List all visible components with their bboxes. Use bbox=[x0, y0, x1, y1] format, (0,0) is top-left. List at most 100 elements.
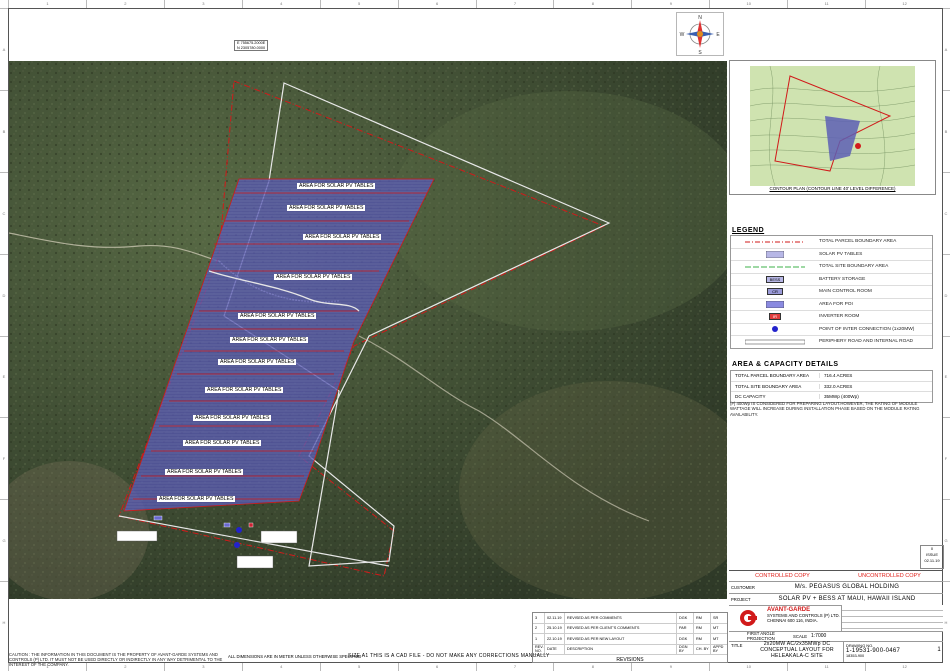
top-grid-ruler: 1 2 3 4 5 6 7 8 9 10 11 12 bbox=[8, 0, 943, 8]
rev-no: 3 bbox=[533, 613, 545, 623]
revisions-table: 3 02.11.19 REVISED AS PER COMMENTS DGK R… bbox=[532, 612, 728, 663]
rev-dgn: PAR bbox=[677, 623, 694, 633]
legend-label: INVERTER ROOM bbox=[819, 314, 860, 320]
legend: TOTAL PARCEL BOUNDARY AREA SOLAR PV TABL… bbox=[730, 235, 933, 349]
rev-no: 2 bbox=[533, 623, 545, 633]
legend-item: SOLAR PV TABLES bbox=[731, 249, 932, 261]
revisions-heading: REVISIONS bbox=[616, 656, 644, 663]
inset-caption: CONTOUR PLAN (CONTOUR LINE 40' LEVEL DIF… bbox=[769, 186, 896, 191]
legend-item: CR MAIN CONTROL ROOM bbox=[731, 286, 932, 299]
issue-box: 0 ISSUE 02.11.19 bbox=[920, 545, 944, 569]
area-label: AREA FOR SOLAR PV TABLES bbox=[238, 313, 317, 319]
area-label: AREA FOR SOLAR PV TABLES bbox=[297, 183, 376, 189]
company-row: AVANT-GARDE SYSTEMS AND CONTROLS (P) LTD… bbox=[729, 605, 943, 632]
ir-code: IR bbox=[769, 313, 781, 321]
rev-col: DESCRIPTION bbox=[565, 644, 677, 654]
inverter-icon: IR bbox=[731, 313, 819, 321]
rev-chk: RM bbox=[694, 613, 711, 623]
legend-label: TOTAL PARCEL BOUNDARY AREA bbox=[819, 239, 897, 245]
revision-row: 1 22.10.19 REVISED AS PER NEW LAYOUT DGK… bbox=[533, 634, 727, 645]
capacity-label: TOTAL PARCEL BOUNDARY AREA bbox=[731, 373, 820, 379]
coord-northing: N 2305780.0000 bbox=[237, 45, 266, 50]
projection-label: FIRST ANGLE PROJECTION bbox=[747, 631, 775, 641]
rev-value: 1 bbox=[937, 647, 941, 653]
legend-label: PERIPHERY ROAD AND INTERNAL ROAD bbox=[819, 339, 914, 345]
area-label: AREA FOR SOLAR PV TABLES bbox=[205, 387, 284, 393]
scale-value: 1:7000 bbox=[811, 633, 827, 639]
legend-item: TOTAL SITE BOUNDARY AREA bbox=[731, 261, 932, 274]
area-label: AREA FOR SOLAR PV TABLES bbox=[165, 469, 244, 475]
capacity-table: TOTAL PARCEL BOUNDARY AREA 716.4 ACRES TO… bbox=[730, 370, 933, 403]
poi-area-icon bbox=[731, 300, 819, 308]
rev-desc: REVISED AS PER NEW LAYOUT bbox=[565, 634, 677, 644]
legend-title: LEGEND bbox=[732, 227, 765, 234]
area-label: AREA FOR SOLAR PV TABLES bbox=[193, 415, 272, 421]
issue-date: 02.11.19 bbox=[924, 558, 940, 563]
coordinate-callout: E 755675.2000E N 2305780.0000 bbox=[234, 40, 269, 51]
rev-chk: RM bbox=[694, 623, 711, 633]
west-label: W bbox=[680, 32, 685, 38]
scale-label: SCALE bbox=[793, 633, 808, 639]
capacity-row: TOTAL SITE BOUNDARY AREA 332.0 ACRES bbox=[731, 382, 932, 392]
capacity-value: 332.0 ACRES bbox=[824, 383, 853, 389]
drawing-number-box: DRAWING NO. 1-19531-900-0467 18353-900 bbox=[843, 641, 935, 662]
uncontrolled-copy: UNCONTROLLED COPY bbox=[858, 573, 921, 579]
contour-inset-map bbox=[729, 60, 936, 195]
capacity-value: 716.4 ACRES bbox=[824, 373, 853, 379]
company-logo-icon bbox=[729, 605, 767, 631]
capacity-label: DC CAPACITY bbox=[731, 394, 820, 400]
area-label: AREA FOR SOLAR PV TABLES bbox=[157, 496, 236, 502]
capacity-value: 35MWp (400Wp) bbox=[824, 394, 859, 400]
rev-col: APPD BY bbox=[713, 645, 724, 653]
capacity-row: TOTAL PARCEL BOUNDARY AREA 716.4 ACRES bbox=[731, 371, 932, 382]
rev-col: DGN BY bbox=[677, 644, 694, 654]
rev-date: 02.11.19 bbox=[545, 613, 565, 623]
site-satellite-map bbox=[9, 61, 727, 599]
legend-label: MAIN CONTROL ROOM bbox=[819, 289, 872, 295]
project-name: SOLAR PV + BESS AT MAUI, HAWAII ISLAND bbox=[778, 596, 916, 602]
controlled-copy: CONTROLLED COPY bbox=[755, 573, 810, 579]
area-label: AREA FOR SOLAR PV TABLES bbox=[183, 440, 262, 446]
rev-appd: MT bbox=[713, 626, 719, 631]
legend-label: SOLAR PV TABLES bbox=[819, 251, 863, 257]
revision-row: 3 02.11.19 REVISED AS PER COMMENTS DGK R… bbox=[533, 613, 727, 624]
title-label: TITLE bbox=[731, 643, 743, 648]
legend-label: AREA FOR POI bbox=[819, 301, 853, 307]
rev-date: 22.10.19 bbox=[545, 634, 565, 644]
caution-text: CAUTION : THE INFORMATION IN THIS DOCUME… bbox=[9, 652, 223, 667]
company-city: CHENNAI 600 116, INDIA. bbox=[767, 618, 818, 623]
company-info: AVANT-GARDE SYSTEMS AND CONTROLS (P) LTD… bbox=[767, 605, 841, 631]
capacity-label: TOTAL SITE BOUNDARY AREA bbox=[731, 383, 820, 389]
area-label: AREA FOR SOLAR PV TABLES bbox=[287, 205, 366, 211]
bess-code: BESS bbox=[765, 275, 785, 283]
legend-item: AREA FOR POI bbox=[731, 299, 932, 311]
drawing-title: 2x20MW AC/2x35MWp DC CONCEPTUAL LAYOUT F… bbox=[751, 641, 843, 662]
rev-desc: REVISED AS PER CLIENT'S COMMENTS bbox=[565, 623, 677, 633]
control-room-icon: CR bbox=[731, 288, 819, 296]
project-label: PROJECT bbox=[731, 596, 751, 602]
road-icon bbox=[731, 339, 819, 345]
poi-dot-icon bbox=[731, 325, 819, 333]
rev-chk: RM bbox=[694, 634, 711, 644]
site-line-icon bbox=[731, 265, 819, 269]
area-label: AREA FOR SOLAR PV TABLES bbox=[230, 337, 309, 343]
rev-dgn: DGK bbox=[677, 634, 694, 644]
legend-item: PERIPHERY ROAD AND INTERNAL ROAD bbox=[731, 336, 932, 348]
customer-name: M/s. PEGASUS GLOBAL HOLDING bbox=[794, 584, 900, 590]
rev-date: 25.10.19 bbox=[545, 623, 565, 633]
title-block: CONTROLLED COPY UNCONTROLLED COPY CUSTOM… bbox=[729, 570, 943, 664]
rev-dgn: DGK bbox=[677, 613, 694, 623]
bess-icon: BESS bbox=[731, 275, 819, 283]
coord-easting: E 755675.2000E bbox=[237, 41, 266, 45]
legend-label: BATTERY STORAGE bbox=[819, 276, 866, 282]
north-label: N bbox=[698, 15, 702, 21]
signoff-grid bbox=[841, 605, 943, 631]
rev-col: CH. BY bbox=[694, 644, 711, 654]
title-row: TITLE 2x20MW AC/2x35MWp DC CONCEPTUAL LA… bbox=[729, 641, 943, 662]
capacity-note: (#) 400Wp IS CONSIDERED FOR PREPARING LA… bbox=[730, 401, 920, 417]
legend-item: IR INVERTER ROOM bbox=[731, 311, 932, 324]
rev-appd: SR bbox=[713, 615, 719, 620]
rev-appd: MT bbox=[713, 636, 719, 641]
cr-code: CR bbox=[767, 288, 783, 296]
parcel-line-icon bbox=[731, 240, 819, 244]
